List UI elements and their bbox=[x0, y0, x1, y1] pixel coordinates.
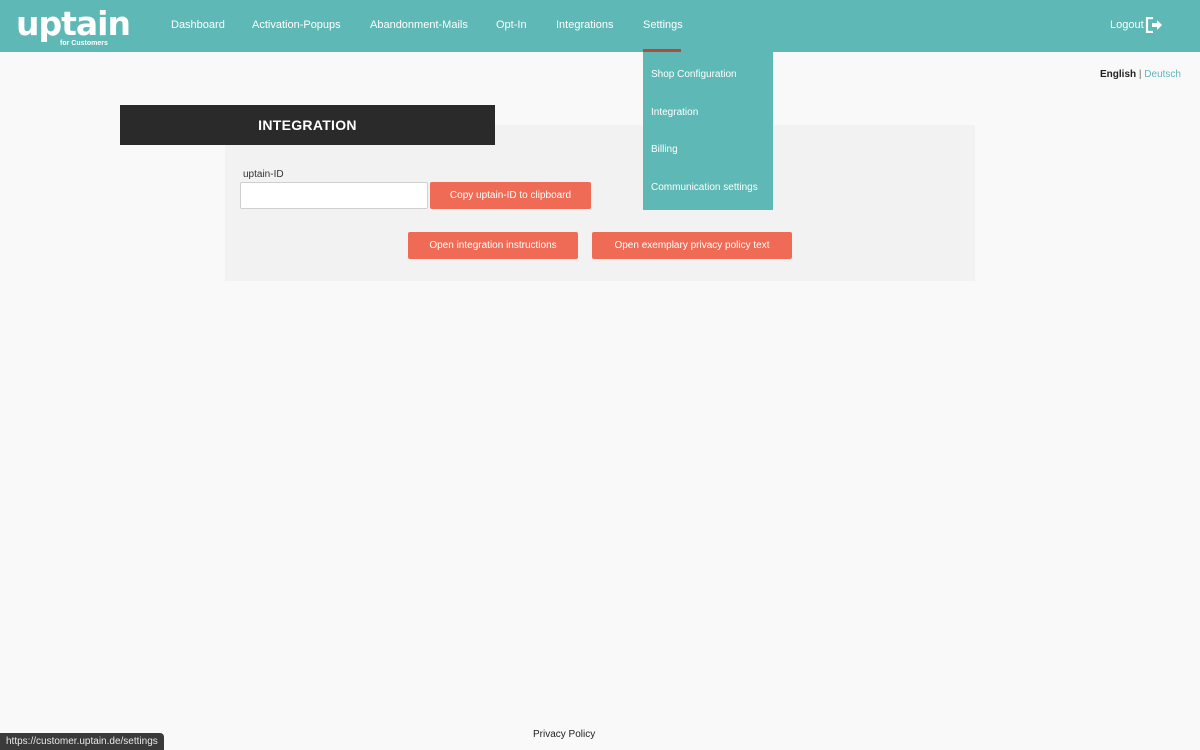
logout-link[interactable]: Logout bbox=[1110, 19, 1144, 31]
page-heading-box: INTEGRATION bbox=[120, 105, 495, 145]
logout-icon[interactable] bbox=[1145, 17, 1163, 33]
settings-dropdown-menu: Shop Configuration Integration Billing C… bbox=[643, 52, 773, 210]
logo-wordmark: uptain bbox=[16, 4, 131, 43]
copy-id-button[interactable]: Copy uptain-ID to clipboard bbox=[430, 182, 591, 209]
nav-integrations[interactable]: Integrations bbox=[556, 19, 613, 31]
logo-subtitle: for Customers bbox=[60, 40, 108, 47]
uptain-id-label: uptain-ID bbox=[243, 169, 284, 180]
menu-item-communication-settings[interactable]: Communication settings bbox=[651, 182, 758, 193]
language-switch: English | Deutsch bbox=[1100, 69, 1181, 80]
nav-activation-popups[interactable]: Activation-Popups bbox=[252, 19, 341, 31]
open-privacy-policy-text-button[interactable]: Open exemplary privacy policy text bbox=[592, 232, 792, 259]
page-title: INTEGRATION bbox=[258, 117, 357, 133]
nav-opt-in[interactable]: Opt-In bbox=[496, 19, 527, 31]
privacy-policy-link[interactable]: Privacy Policy bbox=[533, 729, 595, 740]
nav-abandonment-mails[interactable]: Abandonment-Mails bbox=[370, 19, 468, 31]
nav-dashboard[interactable]: Dashboard bbox=[171, 19, 225, 31]
browser-status-url: https://customer.uptain.de/settings bbox=[0, 733, 164, 750]
language-english[interactable]: English bbox=[1100, 69, 1136, 80]
open-integration-instructions-button[interactable]: Open integration instructions bbox=[408, 232, 578, 259]
menu-item-integration[interactable]: Integration bbox=[651, 107, 698, 118]
top-navigation-bar: uptain for Customers Dashboard Activatio… bbox=[0, 0, 1200, 52]
menu-item-billing[interactable]: Billing bbox=[651, 144, 678, 155]
language-separator: | bbox=[1138, 69, 1142, 80]
language-deutsch[interactable]: Deutsch bbox=[1144, 69, 1181, 80]
nav-settings[interactable]: Settings bbox=[643, 19, 683, 31]
menu-item-shop-configuration[interactable]: Shop Configuration bbox=[651, 69, 737, 80]
uptain-id-input[interactable] bbox=[240, 182, 428, 209]
uptain-logo[interactable]: uptain for Customers bbox=[16, 4, 131, 50]
